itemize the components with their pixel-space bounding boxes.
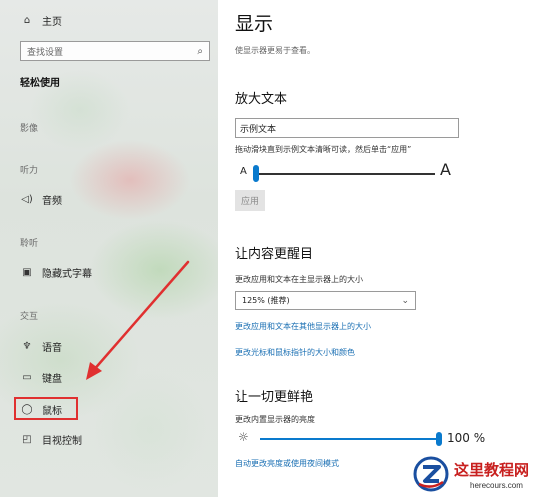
brightness-slider-thumb[interactable] <box>436 432 442 446</box>
link-night-light[interactable]: 自动更改亮度或使用夜间模式 <box>235 458 339 469</box>
section-title-bigger-text: 放大文本 <box>235 92 288 107</box>
link-other-displays[interactable]: 更改应用和文本在其他显示器上的大小 <box>235 321 371 332</box>
search-icon: ⌕ <box>197 45 203 57</box>
sidebar-item-audio[interactable]: ◁) 音频 <box>0 188 218 210</box>
section-title-brighter: 让一切更鲜艳 <box>235 390 314 405</box>
chevron-down-icon: ⌄ <box>401 295 409 306</box>
keyboard-icon: ▭ <box>22 371 32 383</box>
eye-control-icon: ◰ <box>22 433 32 445</box>
sidebar-item-speech[interactable]: ♆ 语音 <box>0 335 218 357</box>
brightness-slider[interactable] <box>260 438 440 440</box>
text-size-hint: 拖动滑块直到示例文本清晰可读，然后单击“应用” <box>235 145 412 154</box>
captions-icon: ▣ <box>22 266 32 278</box>
link-pointer-size[interactable]: 更改光标和鼠标指针的大小和颜色 <box>235 347 355 358</box>
small-a-label: A <box>240 166 247 177</box>
sidebar-item-eye-control[interactable]: ◰ 目视控制 <box>0 428 218 450</box>
page-title: 显示 <box>235 13 274 35</box>
settings-sidebar: ⌂ 主页 查找设置 ⌕ 轻松使用 影像 听力 ◁) 音频 聆听 ▣ 隐藏式字幕 … <box>0 0 218 497</box>
speaker-icon: ◁) <box>21 193 33 205</box>
watermark-logo <box>413 456 449 492</box>
sidebar-section-title: 轻松使用 <box>20 78 60 89</box>
scale-label: 更改应用和文本在主显示器上的大小 <box>235 275 363 284</box>
sidebar-item-label: 隐藏式字幕 <box>42 268 92 280</box>
apply-button[interactable]: 应用 <box>235 190 265 211</box>
text-size-slider[interactable] <box>255 173 435 175</box>
mouse-annotation-box <box>14 397 78 420</box>
text-size-slider-thumb[interactable] <box>253 165 259 182</box>
watermark-url: herecours.com <box>470 481 523 490</box>
search-placeholder: 查找设置 <box>27 47 64 58</box>
sidebar-item-label: 音频 <box>42 195 62 207</box>
sample-text-field: 示例文本 <box>235 118 459 138</box>
display-settings-panel: 显示 使显示器更易于查看。 放大文本 示例文本 拖动滑块直到示例文本清晰可读，然… <box>218 0 557 497</box>
scale-dropdown[interactable]: 125% (推荐) ⌄ <box>235 291 416 310</box>
sidebar-group-vision: 影像 <box>20 124 39 134</box>
sidebar-item-keyboard[interactable]: ▭ 键盘 <box>0 366 218 388</box>
sidebar-item-label: 主页 <box>42 16 62 28</box>
sidebar-item-label: 目视控制 <box>42 435 82 447</box>
big-a-label: A <box>440 160 451 179</box>
search-input[interactable]: 查找设置 ⌕ <box>20 41 210 61</box>
sidebar-item-label: 语音 <box>42 342 62 354</box>
page-subtitle: 使显示器更易于查看。 <box>235 46 315 55</box>
sidebar-item-label: 键盘 <box>42 373 62 385</box>
sun-icon: ☼ <box>238 430 249 444</box>
section-title-bigger-everything: 让内容更醒目 <box>235 247 314 262</box>
sidebar-group-interaction: 交互 <box>20 312 39 322</box>
sidebar-group-hearing: 听力 <box>20 166 39 176</box>
home-icon: ⌂ <box>23 14 31 26</box>
brightness-label: 更改内置显示器的亮度 <box>235 415 315 424</box>
sidebar-item-home[interactable]: ⌂ 主页 <box>0 9 218 31</box>
watermark-text: 这里教程网 <box>454 461 530 479</box>
brightness-value: 100 % <box>447 431 486 445</box>
microphone-icon: ♆ <box>22 340 32 352</box>
sidebar-group-listen: 聆听 <box>20 239 39 249</box>
scale-dropdown-value: 125% (推荐) <box>242 296 290 305</box>
sidebar-item-captions[interactable]: ▣ 隐藏式字幕 <box>0 261 218 283</box>
